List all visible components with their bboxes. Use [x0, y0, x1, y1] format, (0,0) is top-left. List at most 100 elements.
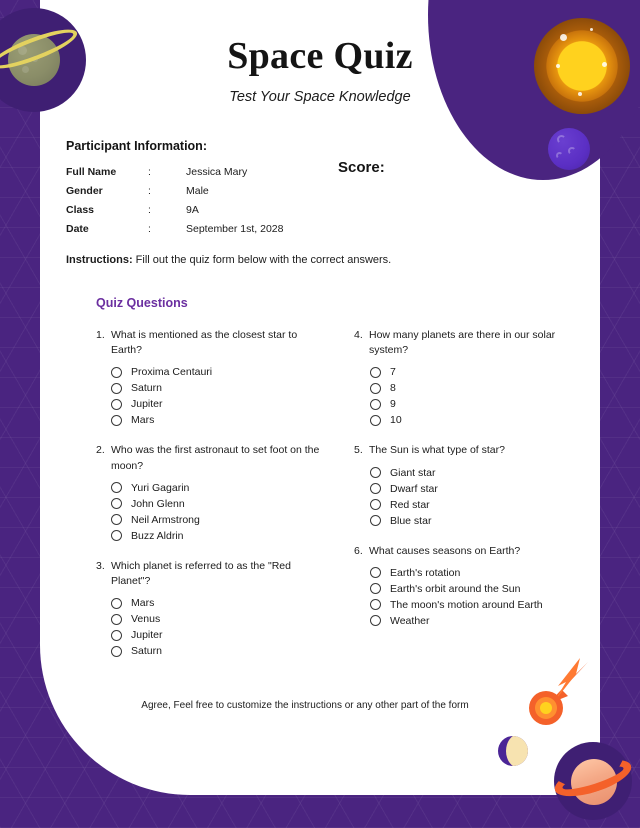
radio-button-icon[interactable]	[370, 366, 381, 378]
option-row[interactable]: Saturn	[111, 645, 324, 657]
questions-column-right: 4. How many planets are there in our sola…	[354, 328, 582, 674]
question-text-row: 1. What is mentioned as the closest star …	[96, 328, 324, 358]
option-list: 7 8 9 10	[354, 366, 582, 426]
participant-section: Participant Information: Score: Full Nam…	[40, 139, 600, 266]
option-row[interactable]: 7	[370, 366, 582, 378]
radio-button-icon[interactable]	[370, 467, 381, 479]
info-key: Gender	[66, 185, 103, 197]
question-text: Which planet is referred to as the "Red …	[111, 559, 291, 588]
quiz-question: 1. What is mentioned as the closest star …	[96, 328, 324, 426]
info-value-gender: Male	[186, 185, 209, 197]
radio-button-icon[interactable]	[370, 398, 381, 410]
radio-button-icon[interactable]	[370, 615, 381, 627]
option-row[interactable]: Giant star	[370, 467, 582, 479]
question-text-row: 3. Which planet is referred to as the "Re…	[96, 559, 324, 589]
option-row[interactable]: Jupiter	[111, 629, 324, 641]
info-colon: :	[148, 166, 151, 178]
radio-button-icon[interactable]	[370, 414, 381, 426]
radio-button-icon[interactable]	[111, 382, 122, 394]
radio-button-icon[interactable]	[111, 597, 122, 609]
option-row[interactable]: Earth's orbit around the Sun	[370, 583, 582, 595]
radio-button-icon[interactable]	[111, 498, 122, 510]
option-label: Mars	[131, 597, 155, 610]
radio-button-icon[interactable]	[111, 629, 122, 641]
option-label: 9	[390, 398, 396, 411]
radio-button-icon[interactable]	[370, 515, 381, 527]
quiz-question: 6. What causes seasons on Earth? Earth's r…	[354, 544, 582, 627]
info-key: Full Name	[66, 166, 117, 178]
option-label: Saturn	[131, 382, 162, 395]
radio-button-icon[interactable]	[111, 366, 122, 378]
option-row[interactable]: 9	[370, 398, 582, 410]
option-row[interactable]: Dwarf star	[370, 483, 582, 495]
option-row[interactable]: Blue star	[370, 515, 582, 527]
option-row[interactable]: The moon's motion around Earth	[370, 599, 582, 611]
option-label: Earth's orbit around the Sun	[390, 582, 521, 595]
radio-button-icon[interactable]	[111, 482, 122, 494]
quiz-card: Space Quiz Test Your Space Knowledge Par…	[40, 0, 640, 795]
table-row: Full Name : Jessica Mary	[66, 166, 283, 185]
option-row[interactable]: Neil Armstrong	[111, 514, 324, 526]
option-row[interactable]: Mars	[111, 597, 324, 609]
option-label: 7	[390, 366, 396, 379]
radio-button-icon[interactable]	[370, 382, 381, 394]
option-row[interactable]: Jupiter	[111, 398, 324, 410]
option-row[interactable]: Saturn	[111, 382, 324, 394]
radio-button-icon[interactable]	[111, 613, 122, 625]
option-row[interactable]: Earth's rotation	[370, 567, 582, 579]
option-row[interactable]: Yuri Gagarin	[111, 482, 324, 494]
option-label: The moon's motion around Earth	[390, 598, 543, 611]
instructions-label: Instructions:	[66, 254, 133, 266]
instructions-line: Instructions: Fill out the quiz form bel…	[66, 254, 600, 266]
page-title: Space Quiz	[227, 35, 413, 77]
option-row[interactable]: Proxima Centauri	[111, 366, 324, 378]
participant-heading: Participant Information:	[66, 139, 207, 153]
option-row[interactable]: Venus	[111, 613, 324, 625]
quiz-questions-heading: Quiz Questions	[96, 296, 188, 310]
question-text: What causes seasons on Earth?	[369, 544, 521, 557]
option-list: Yuri Gagarin John Glenn Neil Armstrong Buzz…	[96, 482, 324, 542]
radio-button-icon[interactable]	[370, 483, 381, 495]
option-row[interactable]: Red star	[370, 499, 582, 511]
radio-button-icon[interactable]	[370, 599, 381, 611]
option-row[interactable]: Buzz Aldrin	[111, 530, 324, 542]
info-key: Class	[66, 204, 95, 216]
option-label: Mars	[131, 414, 155, 427]
radio-button-icon[interactable]	[111, 414, 122, 426]
option-label: John Glenn	[131, 497, 185, 510]
radio-button-icon[interactable]	[111, 530, 122, 542]
question-number: 1.	[96, 329, 105, 341]
question-text-row: 6. What causes seasons on Earth?	[354, 544, 582, 559]
option-row[interactable]: 10	[370, 414, 582, 426]
question-text: How many planets are there in our solar …	[369, 329, 556, 357]
info-colon: :	[148, 204, 151, 216]
option-row[interactable]: Mars	[111, 414, 324, 426]
option-label: Weather	[390, 614, 430, 627]
option-row[interactable]: 8	[370, 382, 582, 394]
radio-button-icon[interactable]	[370, 583, 381, 595]
option-label: Buzz Aldrin	[131, 529, 184, 542]
option-label: Yuri Gagarin	[131, 481, 190, 494]
question-text-row: 2. Who was the first astronaut to set foo…	[96, 443, 324, 473]
question-number: 4.	[354, 329, 363, 341]
instructions-text: Fill out the quiz form below with the co…	[132, 254, 392, 266]
radio-button-icon[interactable]	[370, 499, 381, 511]
question-text: The Sun is what type of star?	[369, 444, 505, 457]
option-list: Mars Venus Jupiter Saturn	[96, 597, 324, 657]
option-row[interactable]: Weather	[370, 615, 582, 627]
option-row[interactable]: John Glenn	[111, 498, 324, 510]
sun-icon	[534, 18, 630, 114]
info-value-full-name: Jessica Mary	[186, 166, 248, 178]
radio-button-icon[interactable]	[111, 514, 122, 526]
question-number: 6.	[354, 544, 363, 557]
option-list: Proxima Centauri Saturn Jupiter Mars	[96, 366, 324, 426]
radio-button-icon[interactable]	[370, 567, 381, 579]
radio-button-icon[interactable]	[111, 645, 122, 657]
radio-button-icon[interactable]	[111, 398, 122, 410]
option-label: Venus	[131, 613, 161, 626]
option-list: Earth's rotation Earth's orbit around the…	[354, 567, 582, 627]
info-colon: :	[148, 223, 151, 235]
quiz-question: 5. The Sun is what type of star? Giant sta…	[354, 443, 582, 526]
moon-icon	[548, 128, 590, 170]
info-key: Date	[66, 223, 89, 235]
